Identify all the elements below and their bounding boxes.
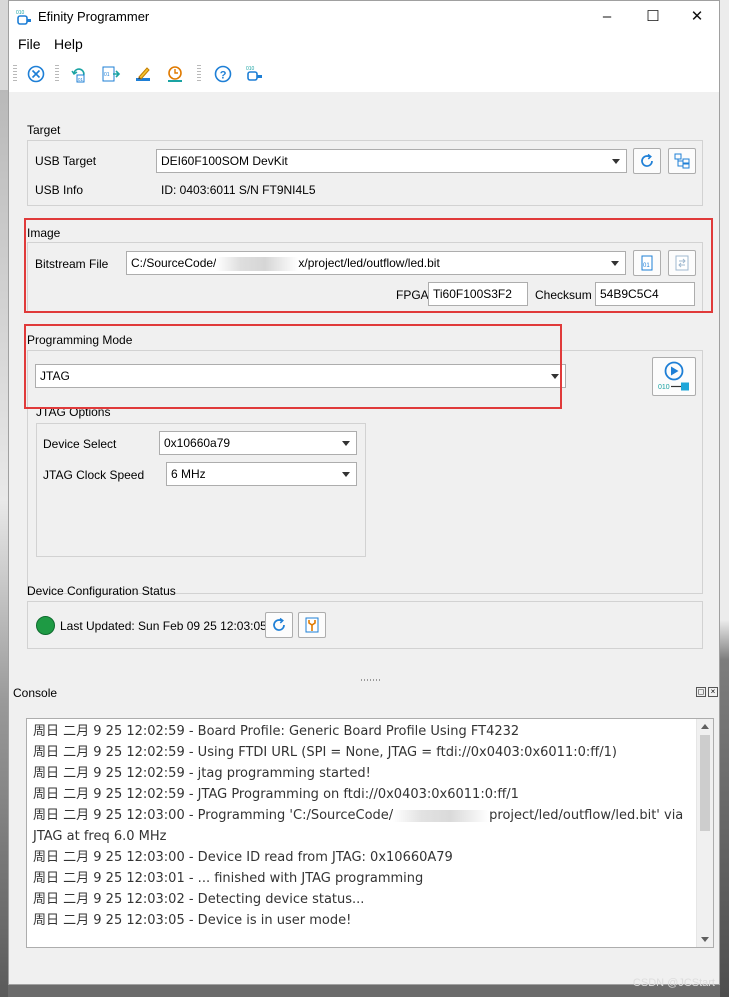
console-line: 周日 二月 9 25 12:03:05 - Device is in user … — [33, 913, 352, 928]
start-program-button[interactable]: 010 — [652, 357, 696, 396]
status-tool-button[interactable] — [298, 612, 326, 638]
help-icon[interactable]: ? — [213, 64, 233, 84]
efinity-app-icon: 010 — [16, 10, 31, 25]
usb-info-label: USB Info — [35, 183, 84, 197]
close-console-icon[interactable]: × — [708, 687, 718, 697]
desktop-right-edge — [720, 0, 729, 997]
scroll-thumb[interactable] — [700, 735, 710, 831]
watermark: CSDN @JCStart — [632, 977, 715, 989]
device-select-combo[interactable]: 0x10660a79 — [159, 431, 357, 455]
svg-text:010: 010 — [16, 10, 25, 16]
close-button[interactable]: ✕ — [675, 5, 719, 29]
wrench-icon — [305, 617, 319, 633]
refresh-status-button[interactable] — [265, 612, 293, 638]
svg-text:01: 01 — [78, 77, 84, 82]
status-section-title: Device Configuration Status — [27, 584, 176, 598]
usb-tree-button[interactable] — [668, 148, 696, 174]
maximize-button[interactable]: ☐ — [631, 5, 675, 29]
svg-text:01: 01 — [104, 72, 110, 78]
target-section-title: Target — [27, 123, 61, 137]
timer-icon[interactable] — [165, 64, 185, 84]
menu-bar: File Help — [9, 32, 719, 56]
toolbar-grip — [13, 65, 17, 83]
minimize-button[interactable]: – — [585, 5, 629, 29]
target-group: USB Target DEI60F100SOM DevKit USB Info … — [27, 140, 703, 206]
console-line-part: 周日 二月 9 25 12:03:00 - Programming 'C:/So… — [33, 808, 394, 823]
refresh-file-icon[interactable]: 01 — [69, 64, 89, 84]
chevron-down-icon — [612, 159, 620, 164]
cancel-icon[interactable] — [26, 64, 46, 84]
refresh-icon — [641, 153, 653, 167]
svg-text:?: ? — [220, 69, 227, 81]
refresh-usb-button[interactable] — [633, 148, 661, 174]
edit-icon[interactable] — [133, 64, 153, 84]
splitter-handle[interactable] — [361, 679, 381, 681]
chevron-down-icon — [342, 441, 350, 446]
toolbar: 01 01 ? 010 — [9, 56, 719, 93]
toolbar-separator — [55, 65, 59, 83]
console-line: 周日 二月 9 25 12:03:02 - Detecting device s… — [33, 892, 365, 907]
console-line: JTAG at freq 6.0 MHz — [33, 829, 167, 844]
redacted-path — [393, 809, 490, 822]
usb-target-select[interactable]: DEI60F100SOM DevKit — [156, 149, 627, 173]
console-output[interactable]: 周日 二月 9 25 12:02:59 - Board Profile: Gen… — [26, 718, 714, 948]
programming-mode-highlight — [24, 324, 562, 409]
console-line: 周日 二月 9 25 12:02:59 - Using FTDI URL (SP… — [33, 745, 617, 760]
tree-icon — [674, 153, 690, 169]
svg-text:010: 010 — [246, 66, 255, 72]
console-line: 周日 二月 9 25 12:03:00 - Programming 'C:/So… — [33, 805, 693, 826]
status-group: Last Updated: Sun Feb 09 25 12:03:05 — [27, 601, 703, 649]
console-lines: 周日 二月 9 25 12:02:59 - Board Profile: Gen… — [33, 721, 693, 931]
jtag-clock-value: 6 MHz — [171, 467, 206, 481]
console-line: 周日 二月 9 25 12:02:59 - JTAG Programming o… — [33, 787, 519, 802]
menu-file[interactable]: File — [18, 36, 41, 52]
menu-help[interactable]: Help — [54, 36, 83, 52]
console-line: 周日 二月 9 25 12:03:00 - Device ID read fro… — [33, 850, 453, 865]
usb-target-label: USB Target — [35, 154, 97, 168]
scroll-up-icon[interactable] — [701, 724, 709, 729]
window-title: Efinity Programmer — [38, 9, 150, 24]
programmer-window: 010 Efinity Programmer – ☐ ✕ File Help 0… — [8, 0, 720, 985]
image-highlight — [24, 218, 713, 313]
console-line-part: project/led/outflow/led.bit' via — [489, 808, 684, 823]
usb-info-value: ID: 0403:6011 S/N FT9NI4L5 — [161, 183, 316, 197]
jtag-clock-combo[interactable]: 6 MHz — [166, 462, 357, 486]
console-line: 周日 二月 9 25 12:02:59 - jtag programming s… — [33, 766, 371, 781]
toolbar-separator — [197, 65, 201, 83]
title-bar: 010 Efinity Programmer – ☐ ✕ — [9, 1, 719, 32]
jtag-options-group: Device Select 0x10660a79 JTAG Clock Spee… — [36, 423, 366, 557]
usb-target-value: DEI60F100SOM DevKit — [161, 154, 288, 168]
device-select-value: 0x10660a79 — [164, 436, 231, 450]
desktop-left-edge — [0, 0, 8, 997]
scroll-down-icon[interactable] — [701, 937, 709, 942]
console-scrollbar[interactable] — [696, 719, 713, 947]
jtag-clock-label: JTAG Clock Speed — [43, 468, 145, 482]
console-title: Console — [13, 686, 58, 700]
play-program-icon: 010 — [658, 361, 689, 391]
svg-text:010: 010 — [658, 384, 670, 391]
refresh-icon — [273, 617, 285, 631]
device-select-label: Device Select — [43, 437, 117, 451]
export-bitstream-icon[interactable]: 01 — [101, 64, 121, 84]
last-updated-text: Last Updated: Sun Feb 09 25 12:03:05 — [60, 619, 267, 633]
console-line: 周日 二月 9 25 12:02:59 - Board Profile: Gen… — [33, 724, 520, 739]
chevron-down-icon — [342, 472, 350, 477]
main-panel: Target USB Target DEI60F100SOM DevKit US… — [9, 92, 719, 682]
status-indicator — [36, 616, 55, 635]
efinity-logo-icon[interactable]: 010 — [245, 64, 265, 84]
float-icon[interactable]: ◻ — [696, 687, 706, 697]
console-line: 周日 二月 9 25 12:03:01 - ... finished with … — [33, 871, 424, 886]
